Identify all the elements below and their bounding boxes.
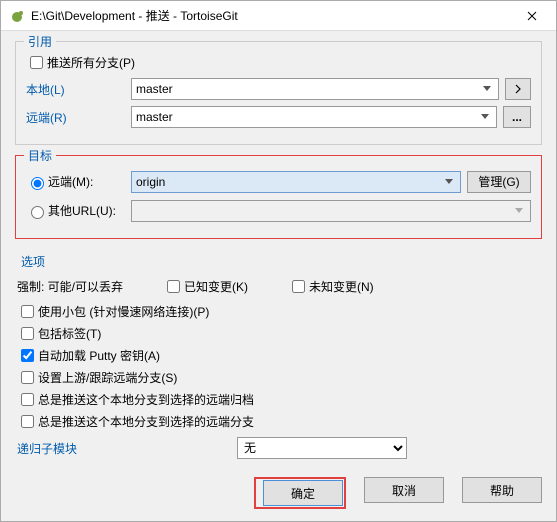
push-dialog: E:\Git\Development - 推送 - TortoiseGit 引用… — [0, 0, 557, 522]
titlebar: E:\Git\Development - 推送 - TortoiseGit — [1, 1, 556, 31]
include-tags-checkbox[interactable]: 包括标签(T) — [17, 324, 540, 343]
remote-branch-label[interactable]: 远端(R) — [26, 109, 131, 126]
remote-radio[interactable]: 远端(M): — [26, 173, 131, 190]
other-url-radio-input[interactable] — [31, 206, 44, 219]
ok-button[interactable]: 确定 — [263, 480, 343, 506]
help-button[interactable]: 帮助 — [462, 477, 542, 503]
ok-button-label: 确定 — [291, 485, 315, 502]
submodule-select[interactable]: 无 — [237, 437, 407, 459]
local-branch-combo[interactable]: master — [131, 78, 499, 100]
known-changes-input[interactable] — [167, 280, 180, 293]
chevron-down-icon — [477, 109, 493, 125]
remote-branch-combo[interactable]: master — [131, 106, 497, 128]
cancel-button[interactable]: 取消 — [364, 477, 444, 503]
always-archive-input[interactable] — [21, 393, 34, 406]
push-all-checkbox[interactable]: 推送所有分支(P) — [26, 53, 531, 72]
help-button-label: 帮助 — [490, 482, 514, 499]
known-changes-label: 已知变更(K) — [184, 278, 248, 295]
window-title: E:\Git\Development - 推送 - TortoiseGit — [31, 7, 509, 24]
submodule-label[interactable]: 递归子模块 — [17, 440, 237, 457]
local-label[interactable]: 本地(L) — [26, 81, 131, 98]
remote-browse-button[interactable]: ... — [503, 106, 531, 128]
other-url-combo[interactable] — [131, 200, 531, 222]
button-bar: 确定 取消 帮助 — [254, 477, 542, 509]
always-branch-input[interactable] — [21, 415, 34, 428]
include-tags-label: 包括标签(T) — [38, 325, 101, 342]
include-tags-input[interactable] — [21, 327, 34, 340]
push-all-input[interactable] — [30, 56, 43, 69]
always-branch-label: 总是推送这个本地分支到选择的远端分支 — [38, 413, 254, 430]
group-ref-title: 引用 — [24, 33, 56, 50]
chevron-down-icon — [511, 203, 527, 219]
group-options: 选项 强制: 可能/可以丢弃 已知变更(K) 未知变更(N) 使用小包 (针对慢… — [15, 249, 542, 469]
set-upstream-checkbox[interactable]: 设置上游/跟踪远端分支(S) — [17, 368, 540, 387]
dialog-content: 引用 推送所有分支(P) 本地(L) master 远端(R) — [1, 31, 556, 489]
other-url-radio-label: 其他URL(U): — [48, 202, 116, 219]
set-upstream-input[interactable] — [21, 371, 34, 384]
autoload-putty-checkbox[interactable]: 自动加载 Putty 密钥(A) — [17, 346, 540, 365]
thin-pack-checkbox[interactable]: 使用小包 (针对慢速网络连接)(P) — [17, 302, 540, 321]
manage-button[interactable]: 管理(G) — [467, 171, 531, 193]
unknown-changes-label: 未知变更(N) — [309, 278, 374, 295]
remote-combo[interactable]: origin — [131, 171, 461, 193]
set-upstream-label: 设置上游/跟踪远端分支(S) — [38, 369, 177, 386]
autoload-putty-input[interactable] — [21, 349, 34, 362]
group-ref: 引用 推送所有分支(P) 本地(L) master 远端(R) — [15, 41, 542, 145]
remote-radio-label: 远端(M): — [48, 173, 93, 190]
cancel-button-label: 取消 — [392, 482, 416, 499]
autoload-putty-label: 自动加载 Putty 密钥(A) — [38, 347, 160, 364]
group-options-title: 选项 — [17, 253, 540, 270]
chevron-down-icon — [441, 174, 457, 190]
local-browse-button[interactable] — [505, 78, 531, 100]
app-icon — [9, 8, 25, 24]
other-url-radio[interactable]: 其他URL(U): — [26, 202, 131, 219]
remote-radio-input[interactable] — [31, 177, 44, 190]
chevron-down-icon — [479, 81, 495, 97]
group-destination: 目标 远端(M): origin 管理(G) — [15, 155, 542, 239]
unknown-changes-checkbox[interactable]: 未知变更(N) — [288, 277, 374, 296]
ok-highlight: 确定 — [254, 477, 346, 509]
remote-combo-value: origin — [136, 175, 165, 189]
remote-branch-value: master — [136, 110, 173, 124]
push-all-label: 推送所有分支(P) — [47, 54, 135, 71]
always-branch-checkbox[interactable]: 总是推送这个本地分支到选择的远端分支 — [17, 412, 540, 431]
force-label: 强制: 可能/可以丢弃 — [17, 278, 123, 295]
group-destination-title: 目标 — [24, 147, 56, 164]
thin-pack-label: 使用小包 (针对慢速网络连接)(P) — [38, 303, 209, 320]
manage-button-label: 管理(G) — [478, 173, 519, 190]
unknown-changes-input[interactable] — [292, 280, 305, 293]
known-changes-checkbox[interactable]: 已知变更(K) — [163, 277, 248, 296]
always-archive-checkbox[interactable]: 总是推送这个本地分支到选择的远端归档 — [17, 390, 540, 409]
always-archive-label: 总是推送这个本地分支到选择的远端归档 — [38, 391, 254, 408]
local-branch-value: master — [136, 82, 173, 96]
close-button[interactable] — [509, 1, 554, 30]
thin-pack-input[interactable] — [21, 305, 34, 318]
